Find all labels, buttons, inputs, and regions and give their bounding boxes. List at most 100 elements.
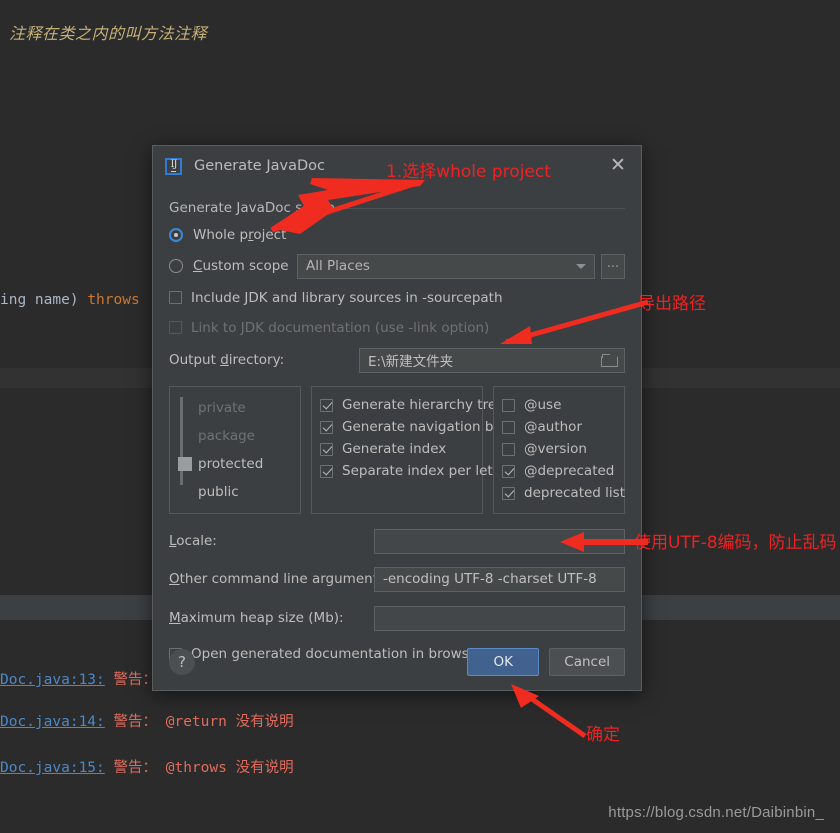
generate-hierarchy-row[interactable]: Generate hierarchy tree [320,394,504,416]
max-heap-row: Maximum heap size (Mb): [169,600,625,636]
console-text-2: 警告： @return 没有说明 [113,714,294,730]
visibility-label-protected: protected [198,456,264,472]
dialog-title: Generate JavaDoc [194,158,325,174]
dialog-footer: ? OK Cancel [153,634,641,690]
custom-scope-label: Custom scope [193,258,289,274]
other-args-label: Other command line arguments: [169,571,390,587]
other-args-input[interactable]: -encoding UTF-8 -charset UTF-8 [374,566,625,592]
close-icon[interactable]: ✕ [605,153,631,179]
ok-button[interactable]: OK [467,648,540,676]
blog-watermark: https://blog.csdn.net/Daibinbin_ [608,804,824,821]
cancel-button[interactable]: Cancel [549,648,625,676]
generate-hierarchy-label: Generate hierarchy tree [342,397,505,413]
custom-scope-radio[interactable] [169,259,183,273]
tag-options-panel: @use @author @version @deprecated deprec… [493,386,625,514]
output-directory-row: Output directory: E:\新建文件夹 [169,344,625,376]
visibility-item-package[interactable]: package [178,422,292,450]
output-directory-value: E:\新建文件夹 [368,354,454,370]
code-text: ing name) [0,292,88,308]
dialog-body: Generate JavaDoc scope Whole project Cus… [153,186,641,668]
generate-navbar-checkbox[interactable] [320,420,333,434]
visibility-label-public: public [198,484,239,500]
generate-navbar-row[interactable]: Generate navigation bar [320,416,507,438]
deprecated-list-row[interactable]: deprecated list [502,482,625,504]
tag-use-label: @use [524,397,562,413]
annotation-arrow-4 [511,684,587,739]
generate-hierarchy-checkbox[interactable] [320,398,333,412]
whole-project-row[interactable]: Whole project [169,222,625,248]
generate-index-checkbox[interactable] [320,442,333,456]
tag-version-row[interactable]: @version [502,438,616,460]
help-icon[interactable]: ? [169,649,195,675]
output-directory-input[interactable]: E:\新建文件夹 [359,347,625,373]
tag-version-checkbox[interactable] [502,442,515,456]
generate-index-row[interactable]: Generate index [320,438,474,460]
deprecated-list-checkbox[interactable] [502,486,515,500]
console-line-1: Doc.java:13: 警告： [0,668,157,689]
options-panels: private package protected public Generat… [169,386,625,514]
scope-combobox-value: All Places [306,258,370,274]
annotation-1-text: 1.选择whole project [386,162,551,182]
code-keyword: throws [87,292,140,308]
tag-author-label: @author [524,419,582,435]
include-jdk-checkbox[interactable] [169,291,182,304]
slider-thumb-icon[interactable] [178,457,192,471]
scope-browse-button[interactable]: ... [601,253,625,279]
visibility-slider-panel[interactable]: private package protected public [169,386,301,514]
deprecated-list-label: deprecated list [524,485,625,501]
visibility-label-private: private [198,400,246,416]
generate-navbar-label: Generate navigation bar [342,419,508,435]
locale-label: Locale: [169,533,217,549]
editor-comment-note: 注释在类之内的叫方法注释 [9,24,208,43]
console-line-3: Doc.java:15: 警告： @throws 没有说明 [0,756,294,777]
annotation-3-text: 使用UTF-8编码，防止乱码 [634,533,837,553]
folder-icon[interactable] [601,354,618,367]
locale-row: Locale: [169,524,625,558]
include-jdk-label: Include JDK and library sources in -sour… [191,289,503,306]
custom-scope-row[interactable]: Custom scope All Places ... [169,251,625,281]
separate-index-label: Separate index per letter [342,463,512,479]
tag-version-label: @version [524,441,587,457]
link-jdk-label: Link to JDK documentation (use -link opt… [191,319,490,336]
scope-combobox[interactable]: All Places [297,253,595,279]
link-jdk-checkbox [169,321,182,334]
console-link-1[interactable]: Doc.java:13: [0,672,105,688]
annotation-4-text: 确定 [586,725,620,745]
tag-author-row[interactable]: @author [502,416,616,438]
tag-deprecated-row[interactable]: @deprecated [502,460,616,482]
include-jdk-row[interactable]: Include JDK and library sources in -sour… [169,284,625,311]
tag-author-checkbox[interactable] [502,420,515,434]
other-args-row: Other command line arguments: -encoding … [169,561,625,597]
scope-group-label-text: Generate JavaDoc scope [169,200,335,216]
console-link-3[interactable]: Doc.java:15: [0,760,105,776]
visibility-label-package: package [198,428,255,444]
output-directory-label: Output directory: [169,352,285,368]
tag-use-checkbox[interactable] [502,398,515,412]
console-line-2: Doc.java:14: 警告： @return 没有说明 [0,710,294,731]
max-heap-input[interactable] [374,605,625,631]
other-args-value: -encoding UTF-8 -charset UTF-8 [383,571,597,587]
tag-deprecated-label: @deprecated [524,463,615,479]
screen-root: 注释在类之内的叫方法注释 ing name) throws Doc.java:1… [0,0,840,833]
whole-project-radio[interactable] [169,228,183,242]
locale-input[interactable] [374,528,625,554]
max-heap-label: Maximum heap size (Mb): [169,610,344,626]
console-text-3: 警告： @throws 没有说明 [113,760,294,776]
tag-deprecated-checkbox[interactable] [502,464,515,478]
console-link-2[interactable]: Doc.java:14: [0,714,105,730]
separate-index-row[interactable]: Separate index per letter [320,460,512,482]
tag-use-row[interactable]: @use [502,394,616,416]
console-text-1: 警告： [113,672,158,688]
scope-group-label: Generate JavaDoc scope [169,200,625,216]
editor-code-line: ing name) throws [0,292,140,308]
visibility-item-protected[interactable]: protected [178,450,292,478]
generate-index-label: Generate index [342,441,447,457]
intellij-idea-icon: IJ [165,157,182,175]
separate-index-checkbox[interactable] [320,464,333,478]
generate-javadoc-dialog: IJ Generate JavaDoc ✕ Generate JavaDoc s… [152,145,642,691]
chevron-down-icon [576,263,586,269]
visibility-item-private[interactable]: private [178,394,292,422]
generate-options-panel: Generate hierarchy tree Generate navigat… [311,386,512,514]
whole-project-label: Whole project [193,227,287,243]
visibility-item-public[interactable]: public [178,478,292,506]
